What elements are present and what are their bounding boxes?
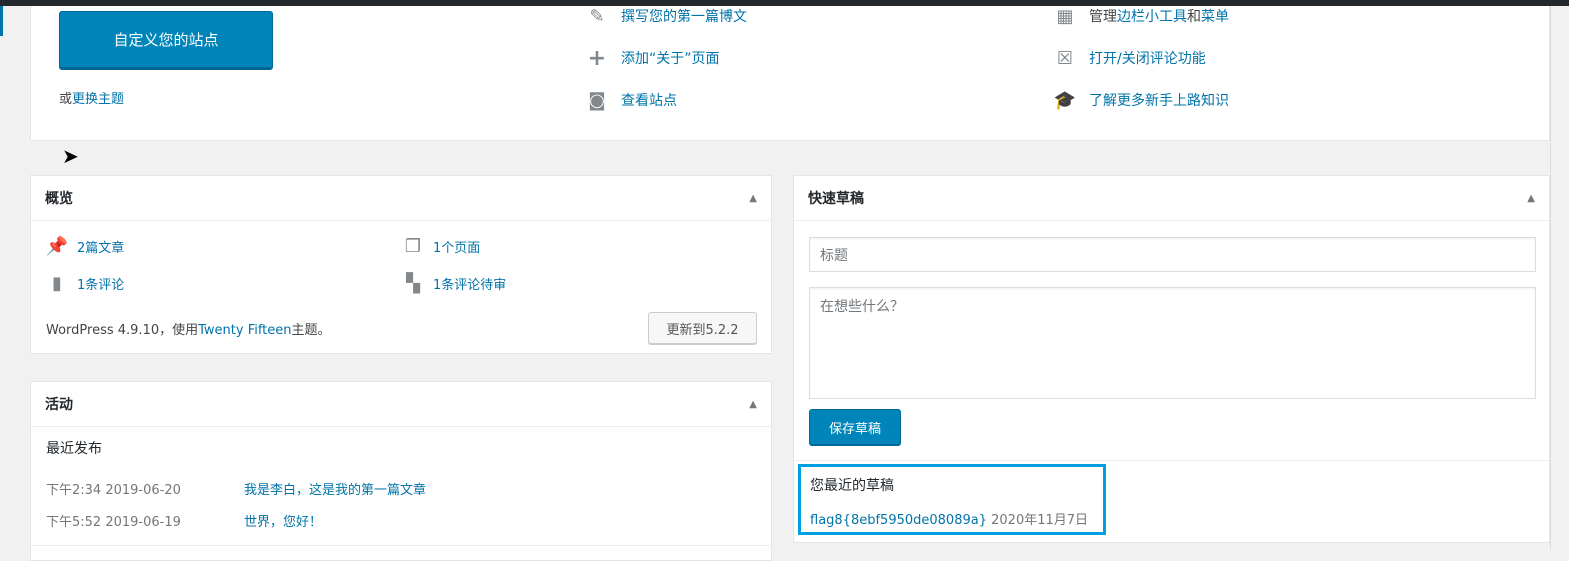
view-site-link[interactable]: 查看站点 bbox=[621, 90, 677, 110]
pending-comments-link[interactable]: 1条评论待审 bbox=[433, 274, 506, 293]
menus-link[interactable]: 菜单 bbox=[1201, 9, 1229, 25]
activity-widget: 活动 ▲ 最近发布 下午2:34 2019-06-20 我是李白，这是我的第一篇文… bbox=[30, 381, 772, 561]
sidebar-edge bbox=[0, 6, 3, 36]
learn-icon: 🎓 bbox=[1053, 89, 1077, 111]
mouse-cursor-icon: ➤ bbox=[62, 144, 79, 168]
welcome-panel: 自定义您的站点 或更换主题 ✎ 撰写您的第一篇博文 + 添加“关于”页面 ◙ 查看站点… bbox=[30, 6, 1550, 141]
pages-link[interactable]: 1个页面 bbox=[433, 237, 480, 256]
recent-drafts-heading: 您最近的草稿 bbox=[810, 478, 894, 494]
version-prefix: WordPress 4.9.10，使用 bbox=[46, 323, 199, 338]
write-post-link[interactable]: 撰写您的第一篇博文 bbox=[621, 6, 747, 26]
collapse-icon[interactable]: ▲ bbox=[749, 399, 757, 410]
add-about-page-link[interactable]: 添加“关于”页面 bbox=[621, 48, 720, 68]
change-theme-text: 或更换主题 bbox=[59, 88, 124, 107]
glance-title: 概览 bbox=[45, 191, 73, 207]
plus-icon: + bbox=[587, 45, 607, 71]
draft-item: flag8{8ebf5950de08089a} 2020年11月7日 bbox=[810, 509, 1088, 528]
pin-icon: 📌 bbox=[45, 235, 69, 257]
recent-drafts-highlight: 您最近的草稿 flag8{8ebf5950de08089a} 2020年11月7… bbox=[798, 464, 1106, 535]
widgets-link[interactable]: 边栏小工具 bbox=[1117, 9, 1187, 25]
customize-site-button[interactable]: 自定义您的站点 bbox=[59, 11, 273, 70]
comments-link[interactable]: 1条评论 bbox=[77, 274, 124, 293]
recently-published-heading: 最近发布 bbox=[46, 441, 102, 457]
at-a-glance-widget: 概览 ▲ 📌 2篇文章 ❐ 1个页面 ▮ 1条评论 ▚ 1条评论待审 WordPress … bbox=[30, 175, 772, 354]
edit-icon: ✎ bbox=[589, 5, 605, 27]
divider bbox=[31, 545, 771, 546]
collapse-icon[interactable]: ▲ bbox=[1527, 193, 1535, 204]
version-text: WordPress 4.9.10，使用Twenty Fifteen主题。 bbox=[46, 319, 331, 338]
theme-link[interactable]: Twenty Fifteen bbox=[198, 323, 291, 338]
draft-title-input[interactable]: 标题 bbox=[809, 237, 1536, 272]
update-button[interactable]: 更新到5.2.2 bbox=[648, 312, 757, 344]
toggle-comments-link[interactable]: 打开/关闭评论功能 bbox=[1089, 48, 1206, 68]
comment-icon: ▮ bbox=[52, 272, 62, 294]
draft-content-textarea[interactable]: 在想些什么？ bbox=[809, 287, 1536, 399]
version-suffix: 主题。 bbox=[291, 323, 331, 338]
change-theme-link[interactable]: 更换主题 bbox=[72, 92, 124, 107]
divider bbox=[794, 460, 1549, 461]
draft-date: 2020年11月7日 bbox=[991, 513, 1089, 528]
draft-link[interactable]: flag8{8ebf5950de08089a} bbox=[810, 513, 987, 528]
manage-text: 管理 bbox=[1089, 9, 1117, 25]
learn-more-link[interactable]: 了解更多新手上路知识 bbox=[1089, 90, 1229, 110]
widgets-icon: ▦ bbox=[1056, 5, 1074, 27]
posts-link[interactable]: 2篇文章 bbox=[77, 237, 124, 256]
pages-icon: ❐ bbox=[404, 235, 422, 257]
post-time: 下午2:34 2019-06-20 bbox=[46, 483, 181, 498]
post-link[interactable]: 世界，您好！ bbox=[244, 511, 322, 530]
comments-pending-icon: ▚ bbox=[406, 272, 420, 294]
post-link[interactable]: 我是李白，这是我的第一篇文章 bbox=[244, 479, 426, 498]
and-text: 和 bbox=[1187, 9, 1201, 25]
save-draft-button[interactable]: 保存草稿 bbox=[809, 409, 901, 445]
comments-toggle-icon: ☒ bbox=[1056, 47, 1074, 69]
quick-draft-title: 快速草稿 bbox=[808, 191, 864, 207]
activity-title: 活动 bbox=[45, 397, 73, 413]
scrollbar[interactable] bbox=[1550, 6, 1569, 550]
post-time: 下午5:52 2019-06-19 bbox=[46, 515, 181, 530]
view-site-icon: ◙ bbox=[588, 89, 606, 111]
collapse-icon[interactable]: ▲ bbox=[749, 193, 757, 204]
or-text: 或 bbox=[59, 92, 73, 107]
